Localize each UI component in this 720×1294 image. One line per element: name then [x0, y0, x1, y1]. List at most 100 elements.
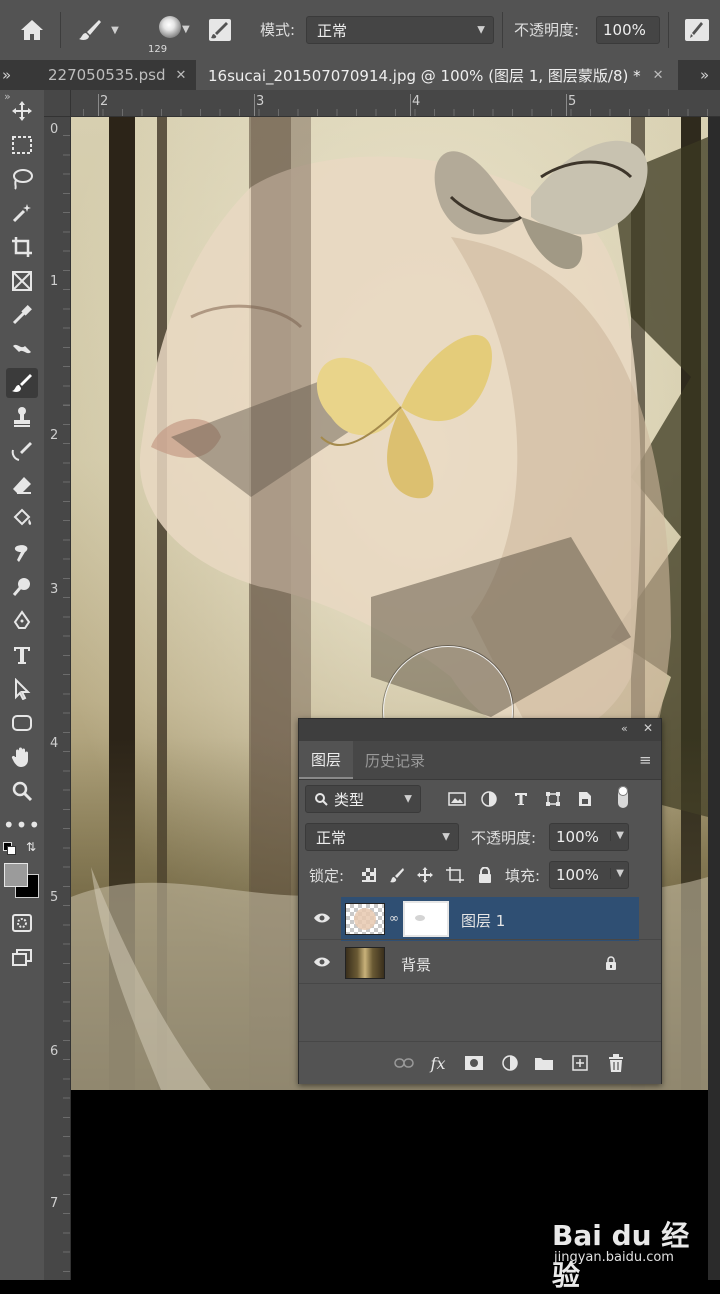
fill-value: 100% — [556, 866, 599, 884]
filter-type-button[interactable] — [509, 787, 533, 811]
opacity-input[interactable]: 100% — [596, 16, 660, 44]
layer-locked-indicator — [599, 951, 623, 975]
chevron-down-icon: ▼ — [477, 24, 485, 36]
hand-icon — [11, 747, 29, 767]
default-colors-button[interactable] — [3, 842, 16, 855]
foreground-color-swatch[interactable] — [4, 863, 28, 887]
tool-paint-bucket[interactable] — [6, 504, 38, 534]
layer-thumbnail[interactable] — [345, 903, 385, 935]
tab-history[interactable]: 历史记录 — [365, 741, 425, 779]
new-layer-button[interactable] — [569, 1052, 591, 1074]
home-button[interactable] — [14, 14, 50, 46]
tool-move[interactable] — [6, 96, 38, 126]
tool-blur[interactable] — [6, 538, 38, 568]
tool-lasso[interactable] — [6, 164, 38, 194]
tool-screen-mode[interactable] — [6, 942, 38, 972]
tool-type[interactable] — [6, 640, 38, 670]
visibility-toggle-layer-1[interactable] — [311, 907, 333, 929]
blend-mode-dropdown[interactable]: 正常 ▼ — [305, 823, 459, 851]
tool-hand[interactable] — [6, 742, 38, 772]
close-icon[interactable]: ✕ — [643, 721, 653, 735]
opacity-label: 不透明度: — [514, 21, 580, 39]
add-mask-button[interactable] — [463, 1052, 485, 1074]
mode-dropdown[interactable]: 正常 ▼ — [306, 16, 494, 44]
tool-dodge[interactable] — [6, 572, 38, 602]
tool-magic-wand[interactable] — [6, 198, 38, 228]
ruler-origin[interactable] — [44, 90, 71, 117]
layer-thumbnail[interactable] — [345, 947, 385, 979]
visibility-toggle-background[interactable] — [311, 951, 333, 973]
marquee-icon — [12, 136, 32, 154]
tool-eraser[interactable] — [6, 470, 38, 500]
type-icon — [515, 793, 527, 805]
options-bar: ▼ 129 ▼ 模式: 正常 ▼ 不透明度: 100% — [0, 0, 720, 61]
tool-shape[interactable] — [6, 708, 38, 738]
mode-value: 正常 — [317, 21, 348, 40]
chevron-down-icon: ▼ — [442, 831, 450, 843]
new-adjustment-button[interactable] — [499, 1052, 521, 1074]
link-layers-button[interactable] — [393, 1052, 415, 1074]
tool-marquee[interactable] — [6, 130, 38, 160]
close-icon[interactable]: ✕ — [653, 68, 664, 83]
tool-path-select[interactable] — [6, 674, 38, 704]
filter-smart-object-button[interactable] — [573, 787, 597, 811]
layer-mask-thumbnail[interactable] — [403, 901, 449, 937]
path-select-icon — [15, 678, 31, 700]
tool-quick-mask[interactable] — [6, 908, 38, 938]
home-icon — [21, 20, 43, 40]
tab-document-2[interactable]: 16sucai_201507070914.jpg @ 100% (图层 1, 图… — [196, 60, 678, 90]
lock-pixels-button[interactable] — [385, 863, 409, 887]
scrollbar-vertical[interactable] — [708, 117, 720, 1280]
chevron-down-icon: ▼ — [610, 830, 624, 841]
tool-stamp[interactable] — [6, 402, 38, 432]
mask-icon — [465, 1056, 483, 1070]
tool-frame[interactable] — [6, 266, 38, 296]
fill-input[interactable]: 100% ▼ — [549, 861, 629, 889]
layer-filter-dropdown[interactable]: 类型 ▼ — [305, 785, 421, 813]
pressure-opacity-button[interactable] — [680, 16, 714, 44]
ruler-label: 4 — [412, 94, 421, 109]
panel-tabs: 图层 历史记录 ≡ — [299, 741, 661, 780]
brush-settings-toggle[interactable] — [206, 16, 234, 44]
tool-brush[interactable] — [6, 368, 38, 398]
tab-layers[interactable]: 图层 — [299, 741, 354, 779]
filter-shape-button[interactable] — [541, 787, 565, 811]
tool-crop[interactable] — [6, 232, 38, 262]
tool-healing[interactable] — [6, 334, 38, 364]
tab-document-1[interactable]: 227050535.psd ✕ — [42, 60, 192, 90]
lock-artboard-button[interactable] — [443, 863, 467, 887]
lock-all-button[interactable] — [473, 863, 497, 887]
ruler-label: 6 — [50, 1044, 59, 1059]
filter-pixel-button[interactable] — [445, 787, 469, 811]
swap-colors-icon[interactable]: ⇅ — [26, 840, 36, 854]
collapse-panel-icon[interactable]: « — [621, 722, 628, 735]
stamp-icon — [14, 407, 30, 427]
layer-name[interactable]: 背景 — [401, 954, 431, 975]
tabs-overflow-right-button[interactable]: » — [698, 60, 720, 90]
lock-transparent-button[interactable] — [357, 863, 381, 887]
tool-more[interactable]: ••• — [3, 810, 40, 840]
filter-toggle-switch[interactable] — [611, 785, 635, 809]
layer-name[interactable]: 图层 1 — [461, 910, 505, 931]
brush-tip-icon — [159, 16, 181, 38]
paint-bucket-icon — [13, 508, 32, 526]
tool-eyedropper[interactable] — [6, 300, 38, 330]
new-group-button[interactable] — [533, 1052, 555, 1074]
tool-history-brush[interactable] — [6, 436, 38, 466]
lock-position-button[interactable] — [413, 863, 437, 887]
tool-pen[interactable] — [6, 606, 38, 636]
brush-preset-picker[interactable]: 129 ▼ — [144, 8, 196, 55]
link-icon[interactable]: ∞ — [389, 911, 399, 925]
lock-label: 锁定: — [309, 867, 345, 885]
divider — [502, 12, 503, 48]
tabs-overflow-button[interactable]: » — [0, 60, 12, 90]
tool-preset-picker[interactable]: ▼ — [70, 14, 126, 46]
close-icon[interactable]: ✕ — [176, 68, 187, 83]
delete-layer-button[interactable] — [605, 1052, 627, 1074]
panel-menu-icon[interactable]: ≡ — [639, 751, 652, 769]
panel-titlebar[interactable]: « ✕ — [299, 719, 661, 741]
tool-zoom[interactable] — [6, 776, 38, 806]
filter-adjustment-button[interactable] — [477, 787, 501, 811]
layer-opacity-input[interactable]: 100% ▼ — [549, 823, 629, 851]
fx-icon[interactable]: fx — [427, 1052, 449, 1074]
